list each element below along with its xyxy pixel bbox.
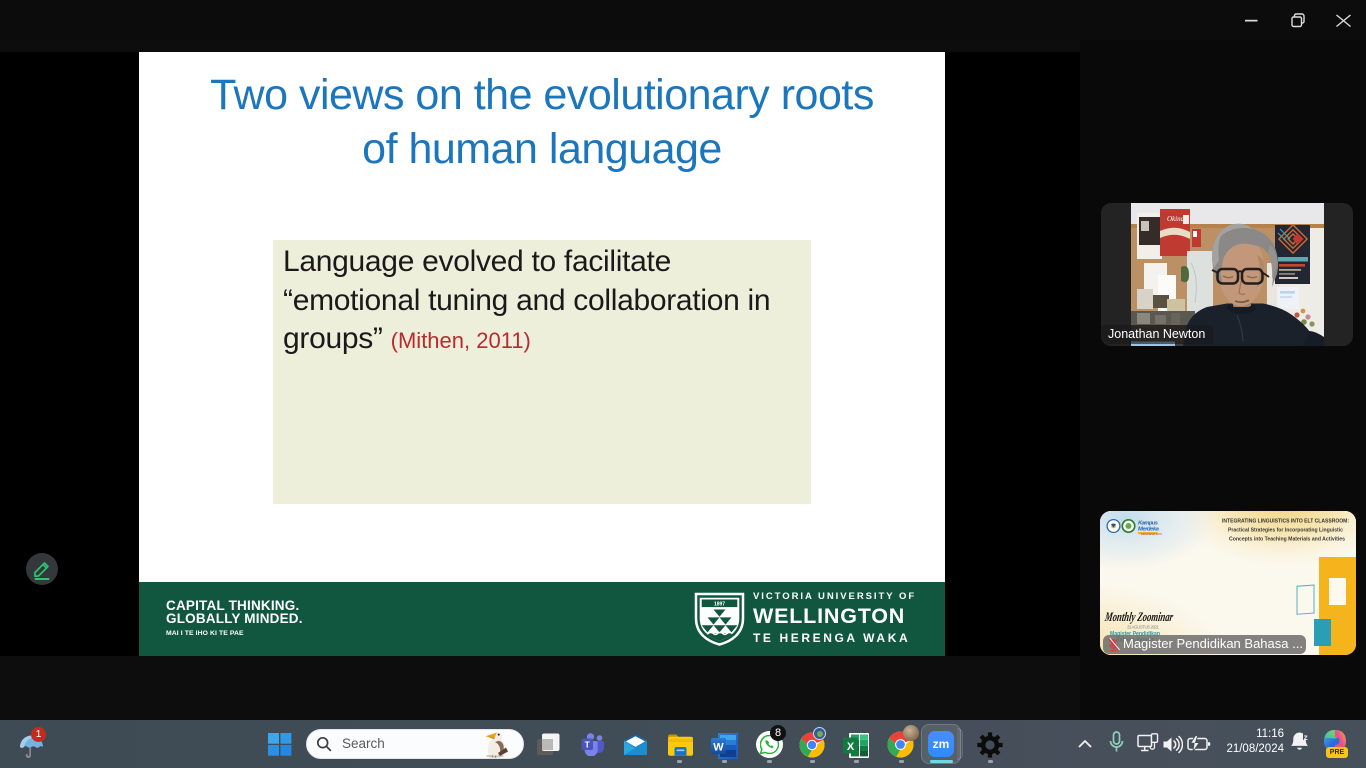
svg-text:Merdeka: Merdeka (1138, 527, 1160, 533)
svg-text:31 AGUSTUS 2021: 31 AGUSTUS 2021 (1127, 625, 1160, 630)
svg-text:Monthly Zoominar: Monthly Zoominar (1103, 609, 1174, 624)
svg-text:X: X (847, 741, 855, 753)
svg-text:z: z (1304, 732, 1308, 742)
svg-text:T: T (585, 740, 591, 750)
svg-text:W: W (713, 742, 724, 754)
svg-text:Practical Strategies for Incor: Practical Strategies for Incorporating L… (1228, 528, 1343, 534)
svg-text:Okina: Okina (1167, 215, 1185, 223)
svg-text:INDONESIA JAYA: INDONESIA JAYA (1141, 532, 1162, 536)
svg-text:INTEGRATING LINGUISTICS INTO E: INTEGRATING LINGUISTICS INTO ELT CLASSRO… (1222, 519, 1349, 525)
svg-text:Concepts into Teaching Materia: Concepts into Teaching Materials and Act… (1229, 537, 1345, 543)
svg-text:1897: 1897 (714, 601, 725, 607)
